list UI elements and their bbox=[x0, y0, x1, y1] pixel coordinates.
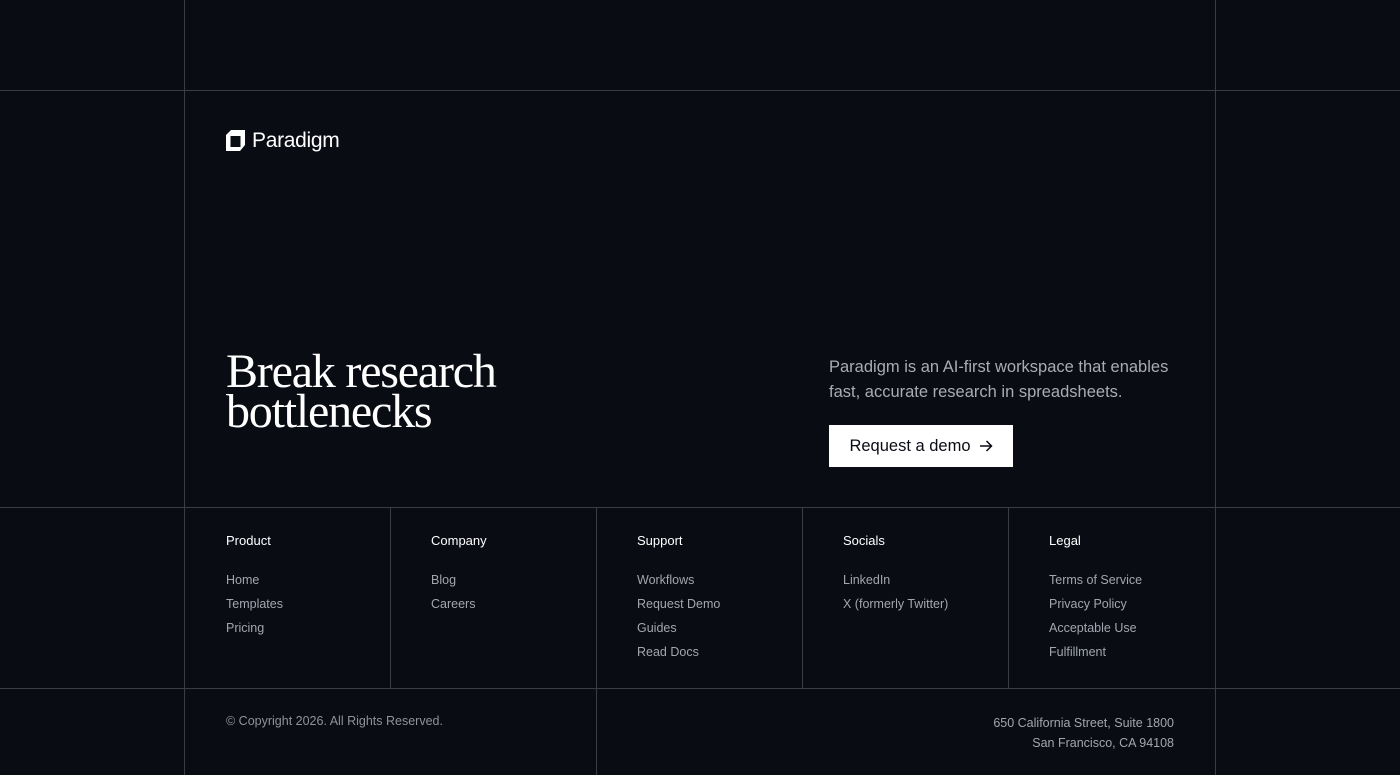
grid-line bbox=[184, 0, 185, 775]
column-title: Support bbox=[637, 533, 683, 548]
hero-description: Paradigm is an AI-first workspace that e… bbox=[829, 358, 1169, 401]
footer-link-read-docs[interactable]: Read Docs bbox=[637, 644, 720, 660]
footer-link-guides[interactable]: Guides bbox=[637, 620, 720, 636]
footer-page: Paradigm Break research bottlenecks Para… bbox=[0, 0, 1400, 775]
footer-column-company: Company Blog Careers bbox=[431, 533, 487, 620]
footer-column-socials: Socials LinkedIn X (formerly Twitter) bbox=[843, 533, 948, 620]
grid-line bbox=[1008, 507, 1009, 688]
footer-link-pricing[interactable]: Pricing bbox=[226, 620, 283, 636]
footer-column-support: Support Workflows Request Demo Guides Re… bbox=[637, 533, 720, 668]
footer-column-product: Product Home Templates Pricing bbox=[226, 533, 283, 644]
grid-line bbox=[0, 507, 1400, 508]
column-title: Product bbox=[226, 533, 271, 548]
grid-line bbox=[0, 90, 1400, 91]
copyright-text: © Copyright 2026. All Rights Reserved. bbox=[226, 714, 443, 728]
request-demo-button[interactable]: Request a demo bbox=[829, 425, 1013, 467]
footer-link-acceptable-use[interactable]: Acceptable Use bbox=[1049, 620, 1142, 636]
column-title: Company bbox=[431, 533, 487, 548]
footer-link-request-demo[interactable]: Request Demo bbox=[637, 596, 720, 612]
footer-link-fulfillment[interactable]: Fulfillment bbox=[1049, 644, 1142, 660]
headline-line: bottlenecks bbox=[226, 385, 433, 438]
address-line: 650 California Street, Suite 1800 bbox=[993, 716, 1174, 730]
hero-headline: Break research bottlenecks bbox=[226, 348, 746, 438]
footer-link-linkedin[interactable]: LinkedIn bbox=[843, 572, 948, 588]
footer-column-legal: Legal Terms of Service Privacy Policy Ac… bbox=[1049, 533, 1142, 668]
footer-link-careers[interactable]: Careers bbox=[431, 596, 487, 612]
arrow-right-icon bbox=[979, 440, 993, 452]
grid-line bbox=[1215, 0, 1216, 775]
footer-link-workflows[interactable]: Workflows bbox=[637, 572, 720, 588]
address-line: San Francisco, CA 94108 bbox=[1032, 736, 1174, 750]
grid-line bbox=[802, 507, 803, 688]
footer-link-templates[interactable]: Templates bbox=[226, 596, 283, 612]
footer-link-home[interactable]: Home bbox=[226, 572, 283, 588]
footer-link-privacy[interactable]: Privacy Policy bbox=[1049, 596, 1142, 612]
column-title: Legal bbox=[1049, 533, 1081, 548]
grid-line bbox=[0, 688, 1400, 689]
company-address: 650 California Street, Suite 1800 San Fr… bbox=[993, 713, 1174, 753]
grid-line bbox=[390, 507, 391, 688]
column-title: Socials bbox=[843, 533, 885, 548]
footer-link-terms[interactable]: Terms of Service bbox=[1049, 572, 1142, 588]
footer-link-x-twitter[interactable]: X (formerly Twitter) bbox=[843, 596, 948, 612]
grid-line bbox=[596, 507, 597, 775]
footer-link-blog[interactable]: Blog bbox=[431, 572, 487, 588]
brand-name: Paradigm bbox=[252, 129, 340, 152]
paradigm-logo-icon bbox=[226, 130, 245, 151]
brand-logo[interactable]: Paradigm bbox=[226, 129, 340, 152]
request-demo-label: Request a demo bbox=[849, 436, 971, 455]
